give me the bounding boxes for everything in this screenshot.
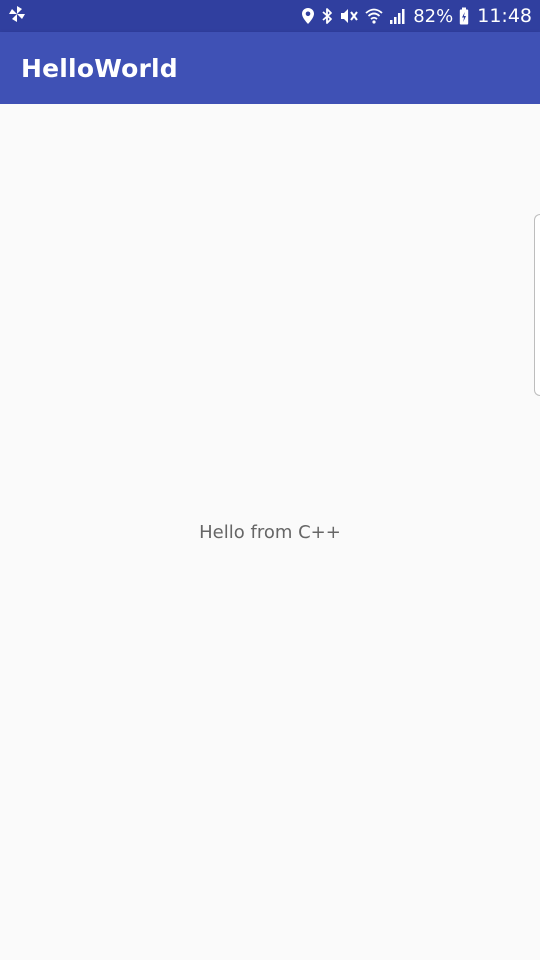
edge-panel-handle[interactable] <box>534 214 540 396</box>
app-title: HelloWorld <box>21 53 178 83</box>
status-bar-right: 82% 11:48 <box>301 5 532 27</box>
mute-icon <box>339 7 359 25</box>
location-icon <box>301 7 315 25</box>
status-bar: 82% 11:48 <box>0 0 540 32</box>
status-bar-left <box>8 5 26 28</box>
wifi-icon <box>365 7 383 25</box>
pinwheel-icon <box>8 5 26 28</box>
main-content: Hello from C++ <box>0 104 540 960</box>
signal-icon <box>389 7 407 25</box>
hello-message: Hello from C++ <box>199 522 341 543</box>
battery-icon <box>459 7 469 25</box>
app-bar: HelloWorld <box>0 32 540 104</box>
bluetooth-icon <box>321 7 333 25</box>
battery-percentage: 82% <box>413 5 454 27</box>
clock: 11:48 <box>477 5 532 27</box>
